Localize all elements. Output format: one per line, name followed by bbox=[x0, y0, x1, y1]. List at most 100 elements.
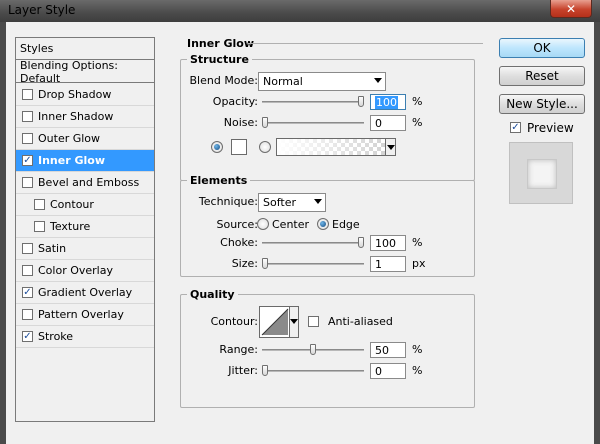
style-checkbox[interactable]: ✓ bbox=[22, 155, 33, 166]
reset-button[interactable]: Reset bbox=[499, 66, 585, 86]
source-edge-radio[interactable] bbox=[317, 218, 329, 230]
style-checkbox[interactable] bbox=[22, 177, 33, 188]
ok-button[interactable]: OK bbox=[499, 38, 585, 58]
style-item-label: Outer Glow bbox=[38, 132, 101, 145]
style-preview bbox=[509, 142, 573, 204]
styles-header[interactable]: Styles bbox=[16, 38, 154, 60]
chevron-down-icon[interactable] bbox=[289, 306, 299, 338]
jitter-slider-thumb[interactable] bbox=[262, 365, 268, 376]
style-item-drop-shadow[interactable]: Drop Shadow bbox=[16, 84, 154, 106]
contour-curve-icon bbox=[261, 308, 289, 336]
opacity-unit: % bbox=[412, 95, 423, 108]
jitter-unit: % bbox=[412, 364, 423, 377]
size-unit: px bbox=[412, 257, 426, 270]
range-slider-thumb[interactable] bbox=[310, 344, 316, 355]
style-checkbox[interactable] bbox=[34, 199, 45, 210]
technique-label: Technique: bbox=[198, 195, 258, 208]
close-button[interactable]: ✕ bbox=[550, 0, 592, 18]
style-item-satin[interactable]: Satin bbox=[16, 238, 154, 260]
noise-unit: % bbox=[412, 116, 423, 129]
choke-input[interactable]: 100 bbox=[370, 235, 406, 251]
noise-slider-track[interactable] bbox=[262, 122, 364, 124]
style-checkbox[interactable] bbox=[34, 221, 45, 232]
glow-color-swatch[interactable] bbox=[231, 139, 247, 155]
opacity-input[interactable]: 100 bbox=[370, 94, 406, 110]
style-checkbox[interactable] bbox=[22, 265, 33, 276]
choke-slider-thumb[interactable] bbox=[358, 237, 364, 248]
source-center-label: Center bbox=[272, 218, 310, 231]
range-unit: % bbox=[412, 343, 423, 356]
quality-title: Quality bbox=[187, 288, 238, 301]
gradient-radio[interactable] bbox=[259, 141, 271, 153]
blend-mode-value: Normal bbox=[263, 75, 303, 88]
style-item-label: Inner Shadow bbox=[38, 110, 114, 123]
size-slider-thumb[interactable] bbox=[262, 258, 268, 269]
layer-style-dialog: Styles Blending Options: Default Drop Sh… bbox=[0, 22, 600, 444]
blend-mode-select[interactable]: Normal bbox=[258, 72, 386, 91]
styles-list: Styles Blending Options: Default Drop Sh… bbox=[15, 37, 155, 422]
style-item-label: Color Overlay bbox=[38, 264, 113, 277]
chevron-down-icon[interactable] bbox=[385, 138, 396, 156]
style-item-label: Gradient Overlay bbox=[38, 286, 133, 299]
new-style-button[interactable]: New Style... bbox=[499, 94, 585, 114]
noise-label: Noise: bbox=[223, 116, 258, 129]
preview-checkbox[interactable]: ✓ bbox=[510, 122, 521, 133]
style-checkbox[interactable] bbox=[22, 111, 33, 122]
jitter-slider-track[interactable] bbox=[262, 370, 364, 372]
style-checkbox[interactable] bbox=[22, 133, 33, 144]
title-bar: Layer Style ✕ bbox=[0, 0, 600, 22]
style-item-label: Texture bbox=[50, 220, 91, 233]
source-center-radio[interactable] bbox=[257, 218, 269, 230]
size-input[interactable]: 1 bbox=[370, 256, 406, 272]
blending-options[interactable]: Blending Options: Default bbox=[16, 58, 154, 85]
choke-unit: % bbox=[412, 236, 423, 249]
style-item-gradient-overlay[interactable]: ✓ Gradient Overlay bbox=[16, 282, 154, 304]
choke-slider-track[interactable] bbox=[262, 242, 364, 244]
style-item-label: Stroke bbox=[38, 330, 74, 343]
style-item-label: Inner Glow bbox=[38, 154, 105, 167]
style-item-label: Satin bbox=[38, 242, 67, 255]
noise-input[interactable]: 0 bbox=[370, 115, 406, 131]
range-input[interactable]: 50 bbox=[370, 342, 406, 358]
style-item-texture[interactable]: Texture bbox=[16, 216, 154, 238]
preview-swatch bbox=[527, 159, 557, 189]
style-item-contour[interactable]: Contour bbox=[16, 194, 154, 216]
close-icon: ✕ bbox=[565, 1, 577, 16]
style-item-pattern-overlay[interactable]: Pattern Overlay bbox=[16, 304, 154, 326]
style-item-inner-glow[interactable]: ✓ Inner Glow bbox=[16, 150, 154, 172]
preview-label: Preview bbox=[527, 121, 574, 135]
style-checkbox[interactable] bbox=[22, 309, 33, 320]
style-item-outer-glow[interactable]: Outer Glow bbox=[16, 128, 154, 150]
opacity-slider-thumb[interactable] bbox=[358, 96, 364, 107]
style-item-stroke[interactable]: ✓ Stroke bbox=[16, 326, 154, 348]
style-checkbox[interactable] bbox=[22, 243, 33, 254]
style-checkbox[interactable] bbox=[22, 89, 33, 100]
solid-color-radio[interactable] bbox=[211, 141, 223, 153]
styles-header-label: Styles bbox=[20, 42, 54, 55]
style-item-label: Contour bbox=[50, 198, 94, 211]
opacity-slider-track[interactable] bbox=[262, 101, 364, 103]
chevron-down-icon bbox=[374, 78, 382, 83]
elements-title: Elements bbox=[187, 174, 251, 187]
anti-aliased-checkbox[interactable] bbox=[308, 316, 319, 327]
style-checkbox[interactable]: ✓ bbox=[22, 331, 33, 342]
noise-slider-thumb[interactable] bbox=[262, 117, 268, 128]
contour-picker[interactable] bbox=[259, 306, 299, 338]
style-checkbox[interactable]: ✓ bbox=[22, 287, 33, 298]
chevron-down-icon bbox=[314, 199, 322, 204]
technique-select[interactable]: Softer bbox=[258, 193, 326, 212]
size-label: Size: bbox=[231, 257, 258, 270]
jitter-input[interactable]: 0 bbox=[370, 363, 406, 379]
blending-options-label: Blending Options: Default bbox=[20, 58, 118, 85]
style-item-color-overlay[interactable]: Color Overlay bbox=[16, 260, 154, 282]
jitter-label: Jitter: bbox=[228, 364, 258, 377]
window-title: Layer Style bbox=[8, 3, 76, 17]
style-item-inner-shadow[interactable]: Inner Shadow bbox=[16, 106, 154, 128]
style-item-label: Pattern Overlay bbox=[38, 308, 124, 321]
style-item-bevel-and-emboss[interactable]: Bevel and Emboss bbox=[16, 172, 154, 194]
technique-value: Softer bbox=[263, 196, 296, 209]
gradient-picker[interactable] bbox=[276, 138, 396, 156]
style-item-label: Bevel and Emboss bbox=[38, 176, 140, 189]
title-divider bbox=[248, 43, 483, 44]
size-slider-track[interactable] bbox=[262, 263, 364, 265]
